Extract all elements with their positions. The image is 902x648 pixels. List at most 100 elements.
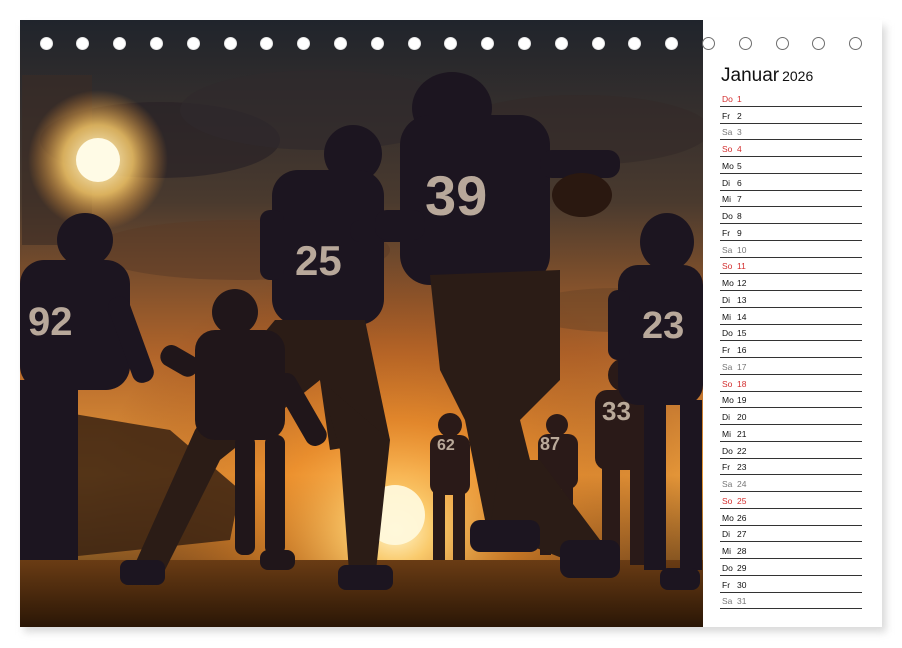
day-row: Mo 19 <box>720 392 862 409</box>
day-number: 29 <box>737 562 747 573</box>
day-row: Sa 10 <box>720 241 862 258</box>
weekday-label: Fr <box>722 345 731 355</box>
day-number: 25 <box>737 495 747 506</box>
day-number: 7 <box>737 194 742 205</box>
day-number: 31 <box>737 596 747 607</box>
day-number: 2 <box>737 110 742 121</box>
day-number: 10 <box>737 244 747 255</box>
day-row: Mi 14 <box>720 308 862 325</box>
day-number: 20 <box>737 412 747 422</box>
weekday-label: Fr <box>722 462 731 473</box>
day-number: 24 <box>737 479 747 489</box>
weekday-label: Mo <box>722 160 734 171</box>
day-row: Sa 24 <box>720 475 862 492</box>
day-row: Di 13 <box>720 291 862 308</box>
day-row: Do 1 <box>720 90 862 107</box>
day-row: Mi 28 <box>720 542 862 559</box>
day-row: Mi 21 <box>720 425 862 442</box>
day-row: Fr 9 <box>720 224 862 241</box>
weekday-label: Di <box>722 177 731 188</box>
weekday-label: Mi <box>722 311 731 322</box>
day-number: 27 <box>737 529 747 540</box>
weekday-label: Mi <box>722 194 731 205</box>
weekday-label: Mi <box>722 546 731 556</box>
day-row: Mo 5 <box>720 157 862 174</box>
weekday-label: Do <box>722 211 733 221</box>
day-number: 3 <box>737 127 742 138</box>
weekday-label: Sa <box>722 596 733 607</box>
day-row: Di 6 <box>720 174 862 191</box>
month-title: Januar 2026 <box>721 65 813 87</box>
day-row: Di 20 <box>720 408 862 425</box>
weekday-label: Sa <box>722 244 733 255</box>
day-row: Sa 3 <box>720 124 862 141</box>
day-number: 4 <box>737 144 742 154</box>
day-number: 1 <box>737 93 742 104</box>
weekday-label: Do <box>722 328 733 339</box>
jersey-number-62: 62 <box>437 437 455 454</box>
day-number: 30 <box>737 579 747 590</box>
day-number: 13 <box>737 294 747 305</box>
weekday-label: So <box>722 144 733 154</box>
day-number: 12 <box>737 278 747 288</box>
day-row: Mi 7 <box>720 191 862 208</box>
day-number: 26 <box>737 512 747 523</box>
day-number: 14 <box>737 311 747 322</box>
day-row: Fr 16 <box>720 341 862 358</box>
day-number: 23 <box>737 462 747 473</box>
day-number: 8 <box>737 211 742 221</box>
day-number: 5 <box>737 160 742 171</box>
day-row: Mo 12 <box>720 274 862 291</box>
weekday-label: Do <box>722 562 733 573</box>
jersey-number-39: 39 <box>425 164 487 227</box>
day-number: 16 <box>737 345 747 355</box>
day-list: Do 1 Fr 2 Sa 3 So 4 Mo 5 Di 6 Mi 7 Do 8 Fr 9 Sa 10 So 11 Mo 12 D… <box>720 90 862 610</box>
jersey-number-92: 92 <box>28 300 73 344</box>
weekday-label: Do <box>722 445 733 456</box>
weekday-label: Fr <box>722 579 731 590</box>
day-row: Do 22 <box>720 442 862 459</box>
day-number: 15 <box>737 328 747 339</box>
football-photo: 92 25 39 23 33 87 62 <box>20 20 703 627</box>
day-number: 6 <box>737 177 742 188</box>
day-row: Sa 31 <box>720 593 862 610</box>
day-number: 22 <box>737 445 747 456</box>
day-row: Fr 23 <box>720 459 862 476</box>
day-row: Sa 17 <box>720 358 862 375</box>
day-row: Fr 2 <box>720 107 862 124</box>
weekday-label: Mo <box>722 395 734 406</box>
day-row: So 4 <box>720 140 862 157</box>
weekday-label: Sa <box>722 127 733 138</box>
day-number: 28 <box>737 546 747 556</box>
day-row: Do 15 <box>720 325 862 342</box>
jersey-number-87: 87 <box>540 434 560 454</box>
day-number: 18 <box>737 378 747 389</box>
day-row: Di 27 <box>720 526 862 543</box>
day-number: 11 <box>737 261 746 272</box>
weekday-label: Fr <box>722 227 731 238</box>
day-row: Do 8 <box>720 207 862 224</box>
calendar-panel: Januar 2026 Do 1 Fr 2 Sa 3 So 4 Mo 5 Di 6 Mi 7 Do 8 Fr 9 Sa… <box>703 20 882 627</box>
weekday-label: So <box>722 378 733 389</box>
month-name: Januar <box>721 65 780 86</box>
day-row: Do 29 <box>720 559 862 576</box>
day-row: Mo 26 <box>720 509 862 526</box>
weekday-label: Mi <box>722 428 731 439</box>
calendar-page: 92 25 39 23 33 87 62 Januar 2026 Do 1 Fr 2 Sa… <box>20 20 882 627</box>
weekday-label: Di <box>722 412 731 422</box>
weekday-label: Mo <box>722 278 734 288</box>
jersey-number-33: 33 <box>602 396 631 426</box>
weekday-label: Di <box>722 529 731 540</box>
day-number: 21 <box>737 428 747 439</box>
weekday-label: So <box>722 261 733 272</box>
weekday-label: Sa <box>722 479 733 489</box>
jersey-number-23: 23 <box>642 305 684 347</box>
weekday-label: Do <box>722 93 733 104</box>
year-label: 2026 <box>782 68 814 84</box>
day-number: 19 <box>737 395 747 406</box>
weekday-label: Mo <box>722 512 734 523</box>
day-number: 9 <box>737 227 742 238</box>
weekday-label: Sa <box>722 361 733 372</box>
day-row: Fr 30 <box>720 576 862 593</box>
weekday-label: Di <box>722 294 731 305</box>
